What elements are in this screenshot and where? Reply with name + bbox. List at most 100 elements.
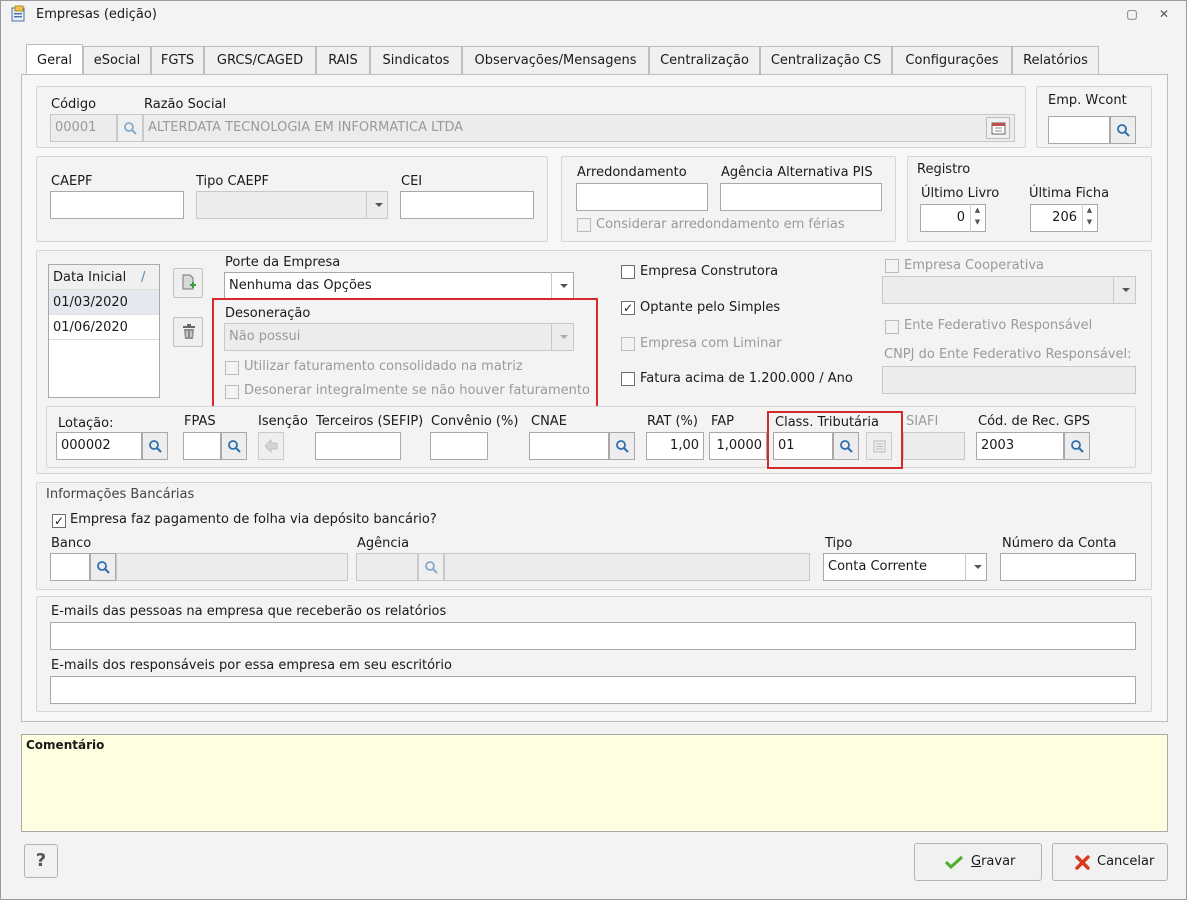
period-row[interactable]: 01/03/2020 <box>49 290 159 315</box>
caepf-field[interactable] <box>50 191 184 219</box>
ultima-ficha-spinner[interactable]: ▲ ▼ <box>1082 204 1096 232</box>
add-period-button[interactable] <box>173 268 203 298</box>
tab-centralizacao[interactable]: Centralização <box>649 46 760 74</box>
cei-label: CEI <box>401 174 423 189</box>
lotacao-label: Lotação: <box>58 416 114 431</box>
gps-search-button[interactable] <box>1064 432 1090 460</box>
arrow-left-icon <box>264 439 278 453</box>
emails-empresa-field[interactable] <box>50 622 1136 650</box>
banco-name-field[interactable] <box>116 553 348 581</box>
tab-centralizacao-cs[interactable]: Centralização CS <box>760 46 892 74</box>
chevron-down-icon[interactable] <box>551 272 573 300</box>
rat-label: RAT (%) <box>647 414 698 429</box>
codigo-label: Código <box>51 97 97 112</box>
desonerar-integralmente-label: Desonerar integralmente se não houver fa… <box>244 383 590 398</box>
chevron-down-icon[interactable] <box>366 191 388 219</box>
bancario-title: Informações Bancárias <box>46 487 195 502</box>
emp-wcont-search-button[interactable] <box>1110 116 1136 144</box>
chevron-down-icon[interactable] <box>1113 276 1135 304</box>
tab-grcs-caged[interactable]: GRCS/CAGED <box>204 46 316 74</box>
calendar-button[interactable] <box>986 117 1010 139</box>
cei-field[interactable] <box>400 191 534 219</box>
emails-escritorio-field[interactable] <box>50 676 1136 704</box>
fpas-search-button[interactable] <box>221 432 247 460</box>
tipo-caepf-select[interactable] <box>196 191 388 219</box>
isencao-button[interactable] <box>258 432 284 460</box>
emails-escritorio-label: E-mails dos responsáveis por essa empres… <box>51 658 452 673</box>
porte-select[interactable]: Nenhuma das Opções <box>224 272 574 300</box>
empresa-construtora-checkbox[interactable] <box>621 265 635 279</box>
cnae-search-button[interactable] <box>609 432 635 460</box>
desoneracao-select[interactable]: Não possui <box>224 323 574 351</box>
tab-relatorios[interactable]: Relatórios <box>1012 46 1099 74</box>
chevron-down-icon[interactable] <box>551 323 573 351</box>
arredondamento-field[interactable] <box>576 183 708 211</box>
rat-field[interactable]: 1,00 <box>646 432 704 460</box>
tab-configuracoes[interactable]: Configurações <box>892 46 1012 74</box>
help-button[interactable]: ? <box>24 844 58 878</box>
tab-geral[interactable]: Geral <box>26 44 83 74</box>
gps-field[interactable]: 2003 <box>976 432 1064 460</box>
numero-conta-field[interactable] <box>1000 553 1136 581</box>
gravar-button[interactable]: Gravar <box>914 843 1042 881</box>
optante-simples-checkbox[interactable]: ✓ <box>621 301 635 315</box>
emp-wcont-field[interactable] <box>1048 116 1110 144</box>
comment-textarea[interactable] <box>21 734 1168 832</box>
ente-federativo-label: Ente Federativo Responsável <box>904 318 1093 333</box>
agencia-field[interactable] <box>356 553 418 581</box>
cooperativa-select[interactable] <box>882 276 1136 304</box>
desoneracao-label: Desoneração <box>225 306 311 321</box>
considerar-arredondamento-checkbox[interactable] <box>577 218 591 232</box>
period-row[interactable]: 01/06/2020 <box>49 315 159 340</box>
agencia-name-field[interactable] <box>444 553 810 581</box>
add-document-icon <box>182 274 196 290</box>
fpas-field[interactable] <box>183 432 221 460</box>
tab-sindicatos[interactable]: Sindicatos <box>370 46 462 74</box>
ente-federativo-checkbox[interactable] <box>885 320 899 334</box>
porte-label: Porte da Empresa <box>225 255 341 270</box>
fap-field[interactable]: 1,0000 <box>709 432 767 460</box>
restore-icon[interactable]: ▢ <box>1124 6 1140 22</box>
class-tributaria-field[interactable]: 01 <box>773 432 833 460</box>
tipo-conta-select[interactable]: Conta Corrente <box>823 553 987 581</box>
class-tributaria-search-button[interactable] <box>833 432 859 460</box>
registro-title: Registro <box>917 162 971 177</box>
emp-wcont-label: Emp. Wcont <box>1048 93 1127 108</box>
agencia-pis-field[interactable] <box>720 183 882 211</box>
periods-header[interactable]: Data Inicial / <box>49 265 159 290</box>
fatura-acima-checkbox[interactable] <box>621 372 635 386</box>
close-icon[interactable]: ✕ <box>1156 6 1172 22</box>
convenio-label: Convênio (%) <box>431 414 519 429</box>
fap-label: FAP <box>711 414 735 429</box>
agencia-search-button[interactable] <box>418 553 444 581</box>
chevron-down-icon[interactable] <box>965 553 987 581</box>
banco-search-button[interactable] <box>90 553 116 581</box>
empresa-cooperativa-checkbox[interactable] <box>885 259 899 273</box>
ultimo-livro-spinner[interactable]: ▲ ▼ <box>970 204 984 232</box>
cancelar-button[interactable]: Cancelar <box>1052 843 1168 881</box>
lotacao-search-button[interactable] <box>142 432 168 460</box>
trash-icon <box>183 324 195 339</box>
desonerar-integralmente-checkbox[interactable] <box>225 385 239 399</box>
banco-label: Banco <box>51 536 92 551</box>
convenio-field[interactable] <box>430 432 488 460</box>
cnae-field[interactable] <box>529 432 609 460</box>
terceiros-field[interactable] <box>315 432 401 460</box>
razao-social-field[interactable]: ALTERDATA TECNOLOGIA EM INFORMATICA LTDA <box>143 114 1015 142</box>
banco-field[interactable] <box>50 553 90 581</box>
utilizar-faturamento-checkbox[interactable] <box>225 361 239 375</box>
delete-period-button[interactable] <box>173 317 203 347</box>
cnpj-ente-field[interactable] <box>882 366 1136 394</box>
codigo-field[interactable]: 00001 <box>50 114 117 142</box>
tab-observacoes[interactable]: Observações/Mensagens <box>462 46 649 74</box>
tab-esocial[interactable]: eSocial <box>83 46 151 74</box>
tab-rais[interactable]: RAIS <box>316 46 370 74</box>
title-bar <box>1 1 1186 31</box>
tab-fgts[interactable]: FGTS <box>151 46 204 74</box>
deposito-bancario-checkbox[interactable]: ✓ <box>52 514 66 528</box>
class-tributaria-list-button[interactable] <box>866 432 892 460</box>
empresa-liminar-checkbox[interactable] <box>621 337 635 351</box>
siafi-field[interactable] <box>903 432 965 460</box>
codigo-search-button[interactable] <box>117 114 143 142</box>
lotacao-field[interactable]: 000002 <box>56 432 142 460</box>
